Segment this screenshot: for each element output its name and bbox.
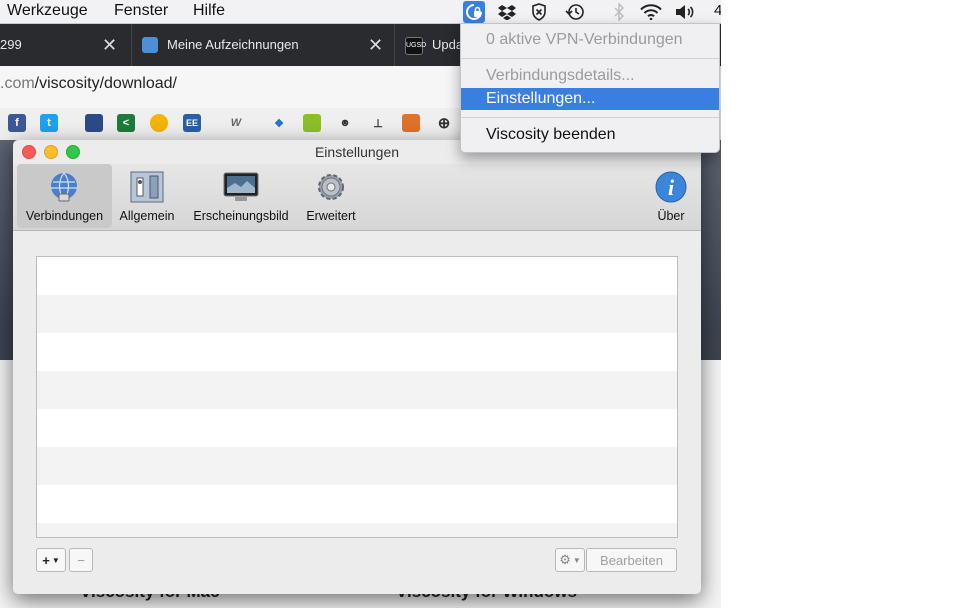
menu-hilfe[interactable]: Hilfe (193, 0, 225, 23)
remove-connection-button[interactable]: − (69, 548, 93, 572)
gear-icon (318, 174, 344, 200)
remove-label: − (77, 552, 85, 568)
edit-button[interactable]: Bearbeiten (586, 548, 677, 572)
switch-panel-icon (130, 171, 164, 203)
facebook-icon[interactable]: f (8, 114, 26, 132)
close-icon[interactable]: ✕ (102, 24, 117, 66)
dropbox-bookmark-icon[interactable]: ❖ (270, 114, 288, 132)
time-machine-icon[interactable] (564, 1, 586, 23)
chevron-down-icon: ▼ (51, 555, 60, 565)
shield-icon[interactable] (528, 1, 550, 23)
gear-icon: ⚙ (559, 552, 571, 567)
bookmark-blue-icon[interactable] (85, 114, 103, 132)
tab-2[interactable]: Meine Aufzeichnungen ✕ (131, 24, 394, 66)
status-icons: 4 (460, 0, 721, 23)
list-row[interactable] (37, 295, 677, 333)
tab-allgemein-label: Allgemein (119, 209, 175, 223)
url-text[interactable]: .com/viscosity/download/ (0, 75, 177, 93)
bluetooth-icon[interactable] (608, 1, 630, 23)
globe-network-icon (51, 172, 77, 202)
info-icon: i (655, 171, 687, 203)
mailchimp-icon[interactable]: ☻ (336, 114, 354, 132)
edit-label: Bearbeiten (600, 552, 663, 568)
url-host: .com (0, 75, 35, 92)
connections-list[interactable] (36, 256, 678, 538)
menu-item-quit[interactable]: Viscosity beenden (461, 124, 719, 146)
viscosity-status-menu: 0 aktive VPN-Verbindungen Verbindungsdet… (460, 23, 720, 153)
list-row[interactable] (37, 371, 677, 409)
list-row[interactable] (37, 409, 677, 447)
tab-1-label: 299 (0, 37, 22, 52)
add-connection-button[interactable]: + ▼ (36, 548, 66, 572)
menu-fenster[interactable]: Fenster (114, 0, 168, 23)
screenshot-area: Viscosity for Mac Viscosity for Windows … (0, 0, 721, 608)
globe-icon[interactable]: ⊕ (435, 114, 453, 132)
ugsd-tab-icon: UGSD (405, 37, 426, 55)
chevron-down-icon: ▼ (572, 555, 581, 565)
bookmark-leaf-icon[interactable] (303, 114, 321, 132)
bookmark-w-icon[interactable]: W (227, 114, 245, 132)
tab-2-label: Meine Aufzeichnungen (167, 37, 299, 52)
menu-separator (461, 58, 719, 59)
twitter-icon[interactable]: t (40, 114, 58, 132)
monitor-icon (223, 172, 259, 201)
volume-icon[interactable] (674, 1, 696, 23)
add-label: + (42, 552, 50, 568)
tab-erscheinungsbild-label: Erscheinungsbild (193, 209, 289, 223)
bookmark-pin-icon[interactable]: ⊥ (369, 114, 387, 132)
list-row[interactable] (37, 523, 677, 537)
bookmark-green-icon[interactable]: < (117, 114, 135, 132)
menu-item-active-connections: 0 aktive VPN-Verbindungen (486, 31, 683, 48)
list-row[interactable] (37, 447, 677, 485)
tab-ueber[interactable]: i Über (645, 164, 697, 228)
menu-bar: Werkzeuge Fenster Hilfe 4 (0, 0, 721, 24)
menu-item-connection-details: Verbindungsdetails... (486, 67, 635, 84)
tab-erweitert[interactable]: Erweitert (300, 164, 362, 228)
clock-fragment[interactable]: 4 (714, 0, 721, 23)
dropbox-icon[interactable] (496, 1, 518, 23)
bookmark-box-icon[interactable]: EE (183, 114, 201, 132)
url-path: /viscosity/download/ (34, 75, 177, 92)
tab-verbindungen[interactable]: Verbindungen (17, 164, 112, 228)
tab-3-label: Upda (432, 37, 464, 52)
tab-1[interactable]: 299 ✕ (0, 24, 130, 66)
viscosity-status-icon[interactable] (463, 1, 485, 23)
preferences-toolbar: Verbindungen Allgemein Erscheinungsbild … (13, 164, 701, 231)
tab-allgemein[interactable]: Allgemein (115, 164, 179, 228)
list-row[interactable] (37, 485, 677, 523)
list-row[interactable] (37, 257, 677, 295)
tab-ueber-label: Über (657, 209, 685, 223)
menu-item-settings[interactable]: Einstellungen... (461, 88, 719, 110)
close-icon[interactable]: ✕ (368, 24, 383, 66)
wifi-icon[interactable] (640, 1, 662, 23)
tab-erweitert-label: Erweitert (306, 209, 356, 223)
action-menu-button[interactable]: ⚙ ▼ (555, 548, 585, 572)
menu-werkzeuge[interactable]: Werkzeuge (7, 0, 88, 23)
tab-erscheinungsbild[interactable]: Erscheinungsbild (185, 164, 297, 228)
drive-icon[interactable] (150, 114, 168, 132)
svg-text:i: i (668, 175, 675, 200)
soundcloud-icon[interactable] (402, 114, 420, 132)
preferences-window: Einstellungen Verbindungen Allgemein Ers… (13, 140, 701, 594)
list-row[interactable] (37, 333, 677, 371)
evernote-tab-icon (142, 37, 158, 53)
tab-verbindungen-label: Verbindungen (25, 209, 104, 223)
menu-separator (461, 117, 719, 118)
